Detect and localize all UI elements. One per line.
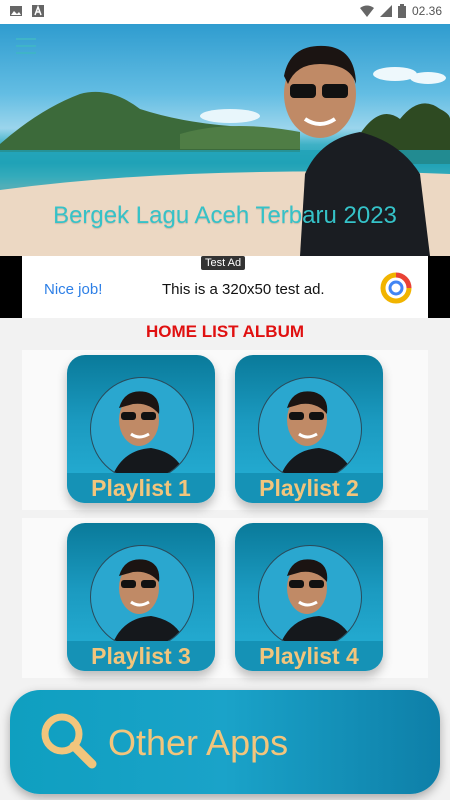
hamburger-menu-icon[interactable] — [16, 38, 36, 54]
text-a-icon — [32, 5, 44, 17]
status-bar: 02.36 — [0, 0, 450, 24]
playlist-tile-2[interactable]: Playlist 2 — [235, 355, 383, 503]
status-time: 02.36 — [411, 4, 442, 18]
admob-logo-icon — [380, 272, 412, 304]
playlist-label: Playlist 1 — [91, 475, 191, 501]
playlist-tile-4[interactable]: Playlist 4 — [235, 523, 383, 671]
battery-icon — [397, 4, 406, 18]
ad-text: This is a 320x50 test ad. — [162, 281, 325, 298]
playlist-tile-1[interactable]: Playlist 1 — [67, 355, 215, 503]
playlist-thumbnail — [258, 545, 362, 649]
header-title: Bergek Lagu Aceh Terbaru 2023 — [53, 202, 397, 229]
playlist-label: Playlist 2 — [259, 475, 359, 501]
search-icon — [41, 713, 97, 769]
playlist-label: Playlist 3 — [91, 643, 191, 669]
playlist-thumbnail — [90, 377, 194, 481]
ad-test-tag: Test Ad — [201, 256, 246, 270]
wifi-icon — [359, 5, 374, 17]
playlist-tile-3[interactable]: Playlist 3 — [67, 523, 215, 671]
other-apps-button[interactable]: Other Apps — [10, 690, 440, 794]
ad-cta[interactable]: Nice job! — [44, 281, 102, 298]
header-banner: Bergek Lagu Aceh Terbaru 2023 — [0, 24, 450, 256]
section-title: HOME LIST ALBUM — [145, 322, 305, 341]
playlist-thumbnail — [90, 545, 194, 649]
playlist-label: Playlist 4 — [259, 643, 359, 669]
playlist-thumbnail — [258, 377, 362, 481]
other-apps-label: Other Apps — [108, 722, 289, 763]
gallery-icon — [10, 6, 22, 16]
signal-icon — [379, 5, 392, 17]
